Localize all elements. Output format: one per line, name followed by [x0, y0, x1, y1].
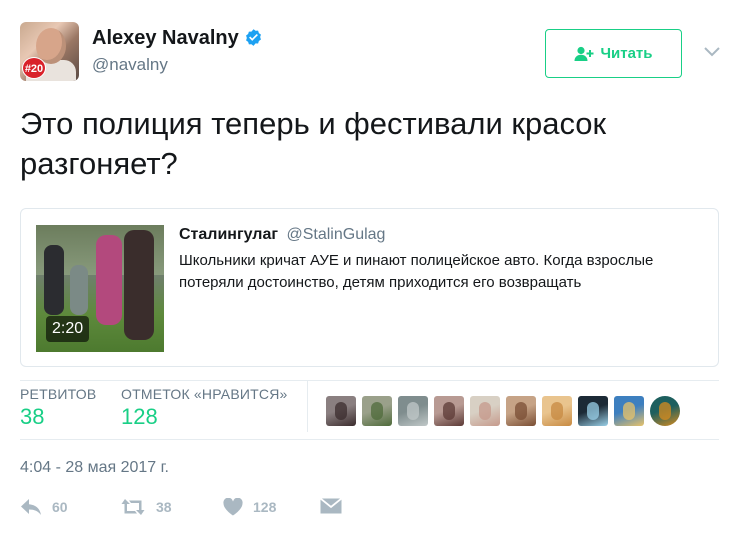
author-name[interactable]: Alexey Navalny: [92, 27, 263, 50]
video-thumbnail[interactable]: 2:20: [36, 225, 164, 352]
liker-avatar[interactable]: [650, 396, 680, 426]
liker-avatar-figure: [335, 402, 347, 420]
retweets-value: 38: [20, 404, 45, 429]
retweets-stat[interactable]: РЕТВИТОВ 38: [20, 386, 96, 430]
liker-avatar-figure: [659, 402, 671, 420]
thumbnail-figure: [96, 235, 122, 325]
quoted-author[interactable]: Сталингулаг @StalinGulag: [179, 226, 385, 244]
liker-avatar[interactable]: [398, 396, 428, 426]
quoted-tweet-card[interactable]: 2:20 Сталингулаг @StalinGulag Школьники …: [20, 208, 719, 367]
quoted-tweet-text: Школьники кричат АУЕ и пинают полицейско…: [179, 252, 654, 291]
liker-avatar-figure: [443, 402, 455, 420]
liker-avatar-figure: [623, 402, 635, 420]
direct-message-button[interactable]: [320, 498, 342, 514]
heart-icon: [223, 498, 243, 516]
reply-count: 60: [52, 499, 68, 515]
liker-avatar-figure: [407, 402, 419, 420]
quoted-author-handle: @StalinGulag: [286, 226, 386, 243]
retweet-count: 38: [156, 499, 172, 515]
likes-label: ОТМЕТОК «НРАВИТСЯ»: [121, 386, 288, 402]
divider: [20, 439, 719, 440]
quoted-author-name: Сталингулаг: [179, 226, 279, 243]
liker-avatar-figure: [515, 402, 527, 420]
retweet-button[interactable]: 38: [120, 498, 172, 516]
author-avatar[interactable]: #20: [20, 22, 79, 81]
tweet-actions: 60 38 128: [20, 498, 420, 522]
liker-avatar-figure: [371, 402, 383, 420]
liker-avatar[interactable]: [470, 396, 500, 426]
liker-avatar-figure: [587, 402, 599, 420]
envelope-icon: [320, 498, 342, 514]
tweet-timestamp[interactable]: 4:04 - 28 мая 2017 г.: [20, 459, 169, 477]
retweet-icon: [121, 499, 145, 515]
like-count: 128: [253, 499, 277, 515]
liker-avatar-figure: [551, 402, 563, 420]
author-handle[interactable]: @navalny: [92, 55, 168, 75]
liker-avatars: [326, 396, 686, 426]
liker-avatar[interactable]: [578, 396, 608, 426]
like-button[interactable]: 128: [223, 498, 276, 516]
liker-avatar[interactable]: [326, 396, 356, 426]
avatar-badge: #20: [22, 57, 46, 79]
retweets-label: РЕТВИТОВ: [20, 386, 97, 402]
stats-divider: [307, 380, 308, 432]
liker-avatar[interactable]: [614, 396, 644, 426]
liker-avatar[interactable]: [542, 396, 572, 426]
divider: [20, 380, 719, 381]
tweet-header: #20 Alexey Navalny @navalny Читать: [20, 22, 724, 86]
liker-avatar[interactable]: [362, 396, 392, 426]
liker-avatar-figure: [479, 402, 491, 420]
liker-avatar[interactable]: [506, 396, 536, 426]
reply-icon: [21, 499, 41, 515]
follow-button-label: Читать: [600, 45, 653, 62]
likes-stat[interactable]: ОТМЕТОК «НРАВИТСЯ» 128: [121, 386, 288, 430]
likes-value: 128: [121, 404, 158, 429]
follow-button[interactable]: Читать: [545, 29, 682, 78]
author-name-text: Alexey Navalny: [92, 27, 239, 49]
tweet-text: Это полиция теперь и фестивали красок ра…: [20, 106, 607, 181]
verified-badge-icon: [245, 29, 261, 46]
reply-button[interactable]: 60: [20, 498, 68, 516]
tweet-stats: РЕТВИТОВ 38 ОТМЕТОК «НРАВИТСЯ» 128: [20, 380, 719, 434]
chevron-down-icon[interactable]: [702, 44, 722, 60]
thumbnail-figure: [44, 245, 64, 315]
thumbnail-figure: [70, 265, 88, 315]
follow-user-icon: [574, 46, 594, 61]
thumbnail-figure: [124, 230, 154, 340]
video-duration-badge: 2:20: [46, 316, 90, 342]
liker-avatar[interactable]: [434, 396, 464, 426]
